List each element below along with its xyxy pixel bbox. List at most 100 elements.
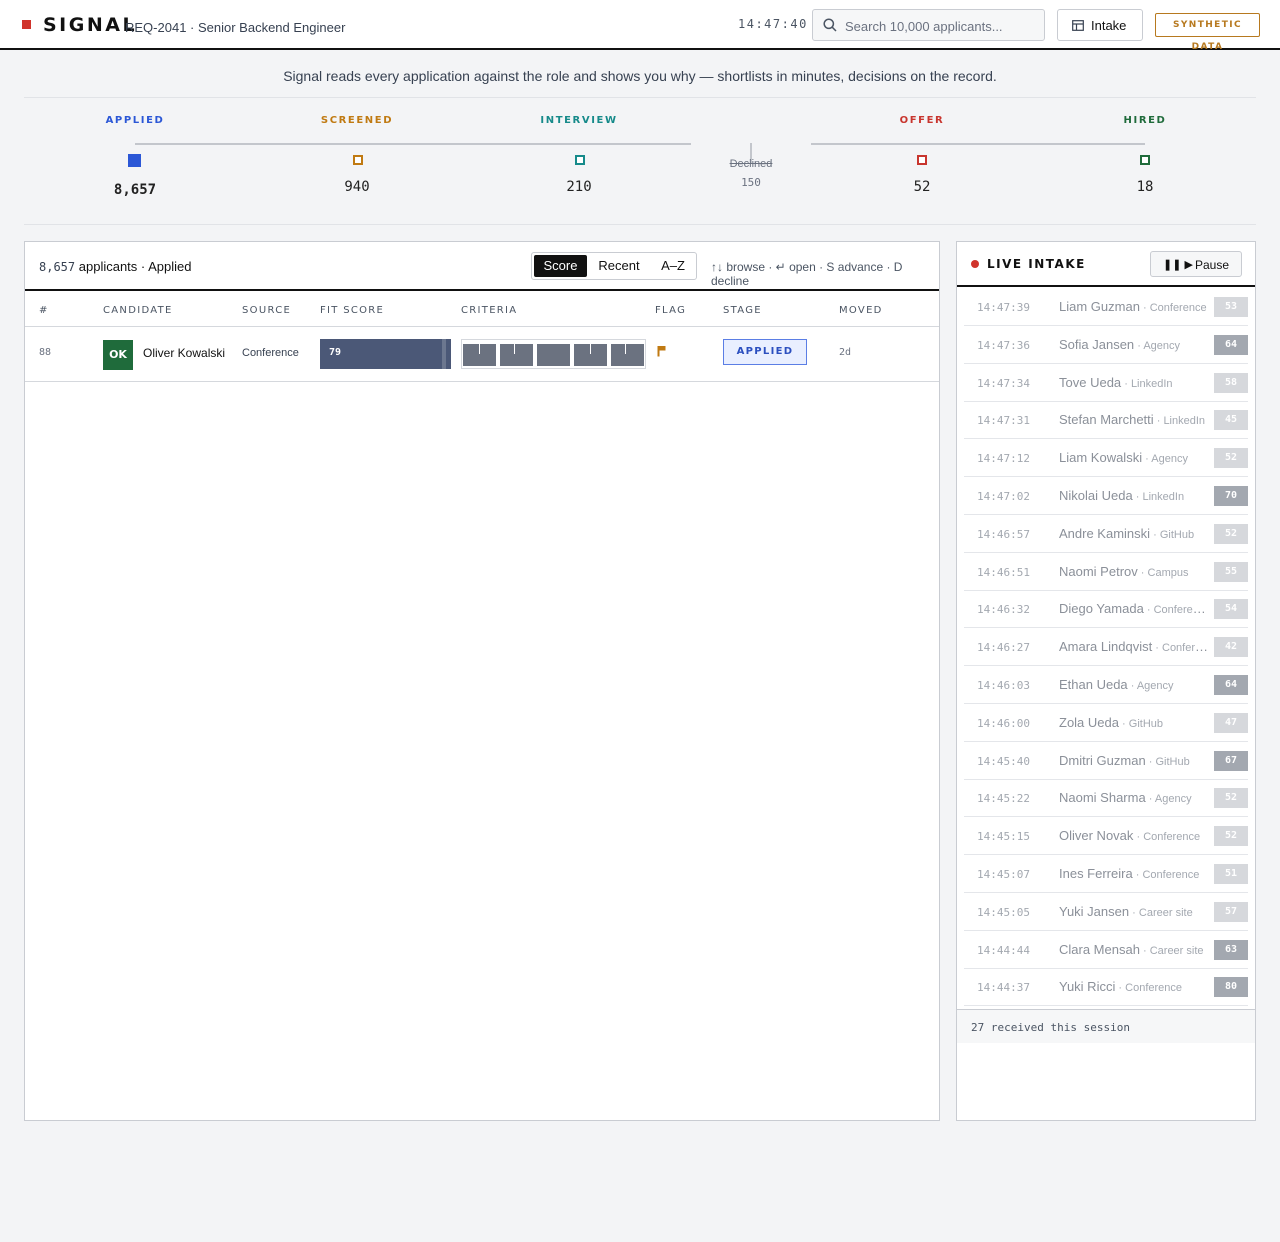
sort-az-button[interactable]: A–Z — [651, 255, 695, 277]
column-stage[interactable]: STAGE — [723, 305, 762, 316]
intake-source: LinkedIn — [1130, 377, 1173, 390]
intake-item[interactable]: 14:47:39 Liam Guzman · Conference 53 — [964, 288, 1248, 326]
stage-node — [353, 155, 363, 165]
intake-score: 52 — [1214, 523, 1248, 544]
search-input[interactable] — [845, 16, 1040, 36]
intake-source-separator: · — [1139, 944, 1150, 957]
intake-source-separator: · — [1150, 528, 1160, 541]
live-indicator-dot — [971, 260, 979, 268]
intake-source-separator: · — [1133, 831, 1144, 844]
intake-score: 57 — [1214, 901, 1248, 922]
candidate-name[interactable]: Oliver Kowalski — [143, 346, 233, 362]
column-criteria[interactable]: CRITERIA — [461, 305, 517, 316]
intake-score: 54 — [1214, 599, 1248, 620]
search-box[interactable] — [812, 9, 1045, 41]
intake-name: Diego Yamada — [1059, 601, 1144, 617]
applicant-count-number: 8,657 — [39, 260, 76, 274]
intake-candidate: Liam Guzman · Conference — [1059, 299, 1209, 314]
intake-item[interactable]: 14:46:27 Amara Lindqvist · Conference 42 — [964, 628, 1248, 667]
intake-score: 64 — [1214, 675, 1248, 695]
intake-name: Dmitri Guzman — [1059, 752, 1146, 768]
tagline: Signal reads every application against t… — [283, 68, 997, 84]
intake-time: 14:47:12 — [977, 452, 1030, 466]
intake-source-separator: · — [1142, 453, 1152, 466]
intake-time: 14:45:22 — [977, 792, 1030, 806]
intake-candidate: Amara Lindqvist · Conference — [1059, 639, 1209, 654]
column-candidate[interactable]: CANDIDATE — [103, 305, 173, 316]
intake-candidate: Tove Ueda · LinkedIn — [1059, 375, 1209, 390]
intake-item[interactable]: 14:46:57 Andre Kaminski · GitHub 52 — [964, 515, 1248, 553]
intake-item[interactable]: 14:47:12 Liam Kowalski · Agency 52 — [964, 439, 1248, 478]
intake-item[interactable]: 14:47:36 Sofia Jansen · Agency 64 — [964, 326, 1248, 364]
search-icon — [823, 18, 837, 32]
intake-name: Clara Mensah — [1059, 941, 1140, 957]
intake-time: 14:46:32 — [977, 603, 1030, 617]
column-moved[interactable]: MOVED — [839, 305, 883, 316]
criteria-marker — [590, 344, 591, 354]
intake-source-separator: · — [1145, 793, 1155, 806]
stage-count: 8,657 — [113, 182, 157, 198]
intake-item[interactable]: 14:46:00 Zola Ueda · GitHub 47 — [964, 704, 1248, 742]
intake-item[interactable]: 14:44:37 Yuki Ricci · Conference 80 — [964, 968, 1248, 1007]
divider — [24, 97, 1256, 98]
sort-recent-button[interactable]: Recent — [589, 255, 649, 277]
intake-name: Yuki Ricci — [1059, 979, 1116, 995]
intake-item[interactable]: 14:46:32 Diego Yamada · Conference 54 — [964, 590, 1248, 629]
intake-source-separator: · — [1127, 680, 1137, 692]
stage-badge[interactable]: APPLIED — [723, 339, 807, 365]
column-flag[interactable]: FLAG — [655, 305, 686, 316]
fit-score-value: 79 — [329, 347, 342, 358]
intake-source: Agency — [1154, 793, 1192, 806]
funnel-track — [811, 143, 1145, 145]
applicants-toolbar: 8,657 applicants · Applied Score Recent … — [25, 242, 939, 291]
intake-item[interactable]: 14:46:03 Ethan Ueda · Agency 64 — [964, 666, 1248, 704]
intake-item[interactable]: 14:47:34 Tove Ueda · LinkedIn 58 — [964, 364, 1248, 402]
keyboard-shortcuts-hint: ↑↓ browse · ↵ open · S advance · D decli… — [711, 260, 903, 288]
intake-item[interactable]: 14:45:40 Dmitri Guzman · GitHub 67 — [964, 742, 1248, 780]
funnel-track — [135, 143, 691, 145]
intake-source: LinkedIn — [1163, 415, 1206, 428]
pause-button[interactable]: ❚❚ ▶ Pause — [1150, 251, 1242, 277]
intake-score: 70 — [1214, 486, 1248, 506]
intake-name: Naomi Petrov — [1059, 563, 1138, 579]
intake-item[interactable]: 14:45:07 Ines Ferreira · Conference 51 — [964, 855, 1248, 893]
column-source[interactable]: SOURCE — [242, 305, 291, 316]
stage-node — [1140, 155, 1150, 165]
intake-score: 45 — [1214, 410, 1248, 431]
intake-item[interactable]: 14:44:44 Clara Mensah · Career site 63 — [964, 931, 1248, 969]
intake-source-separator: · — [1143, 604, 1154, 617]
intake-source-separator: · — [1134, 339, 1144, 352]
stage-node — [128, 154, 141, 167]
criteria-segment — [537, 344, 570, 366]
intake-source: Agency — [1151, 453, 1188, 466]
intake-source-separator: · — [1129, 906, 1139, 919]
intake-score: 52 — [1214, 826, 1248, 847]
intake-button[interactable]: Intake — [1057, 9, 1143, 41]
live-intake-panel: LIVE INTAKE ❚❚ ▶ Pause 14:47:39 Liam Guzm… — [956, 241, 1256, 1121]
intake-time: 14:46:57 — [977, 527, 1030, 541]
table-row[interactable]: 88 OK Oliver Kowalski Conference 79 APPL… — [25, 327, 939, 382]
intake-item[interactable]: 14:46:51 Naomi Petrov · Campus 55 — [964, 553, 1248, 591]
table-icon — [1072, 20, 1084, 31]
intake-source: GitHub — [1159, 528, 1195, 541]
intake-candidate: Ethan Ueda · Agency — [1059, 677, 1209, 692]
intake-item[interactable]: 14:47:02 Nikolai Ueda · LinkedIn 70 — [964, 477, 1248, 515]
live-intake-title: LIVE INTAKE — [987, 257, 1086, 271]
flag-icon[interactable] — [657, 345, 667, 357]
intake-time: 14:46:27 — [977, 641, 1030, 655]
intake-source: Agency — [1143, 339, 1181, 352]
intake-name: Naomi Sharma — [1059, 790, 1146, 806]
column-index[interactable]: # — [39, 305, 49, 316]
column-fit-score[interactable]: FIT SCORE — [320, 305, 384, 316]
intake-score: 53 — [1214, 297, 1248, 317]
intake-time: 14:47:31 — [977, 414, 1030, 428]
stage-count: 18 — [1136, 179, 1154, 195]
intake-item[interactable]: 14:45:22 Naomi Sharma · Agency 52 — [964, 779, 1248, 818]
intake-item[interactable]: 14:45:05 Yuki Jansen · Career site 57 — [964, 893, 1248, 931]
intake-item[interactable]: 14:47:31 Stefan Marchetti · LinkedIn 45 — [964, 401, 1248, 440]
intake-score: 52 — [1214, 448, 1248, 469]
sort-toggle: Score Recent A–Z — [531, 252, 697, 280]
intake-item[interactable]: 14:45:15 Oliver Novak · Conference 52 — [964, 817, 1248, 856]
intake-candidate: Diego Yamada · Conference — [1059, 601, 1209, 616]
sort-score-button[interactable]: Score — [534, 255, 587, 277]
